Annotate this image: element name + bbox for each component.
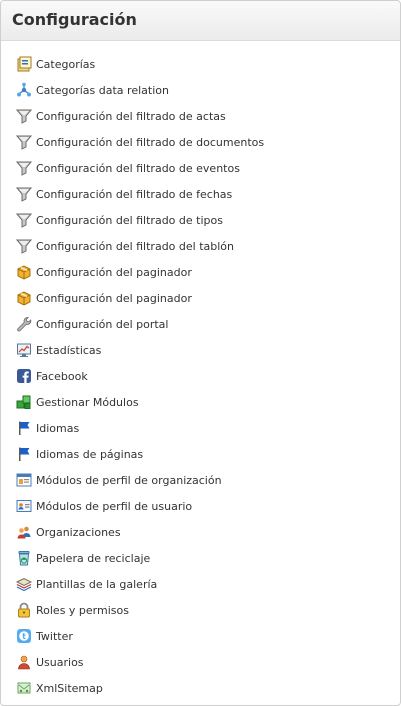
user-icon: [16, 654, 32, 670]
menu-item-label[interactable]: Plantillas de la galería: [36, 578, 157, 591]
menu-item-label[interactable]: XmlSitemap: [36, 682, 103, 695]
menu-item-label[interactable]: Módulos de perfil de usuario: [36, 500, 192, 513]
menu-item-label[interactable]: Idiomas de páginas: [36, 448, 143, 461]
menu-item-label[interactable]: Idiomas: [36, 422, 79, 435]
menu-item-usuarios[interactable]: Usuarios: [1, 649, 400, 675]
funnel-icon: [16, 134, 32, 150]
menu-item-configuracion-del-filtrado-de-documentos[interactable]: Configuración del filtrado de documentos: [1, 129, 400, 155]
categories-icon: [16, 56, 32, 72]
menu-item-label[interactable]: Configuración del paginador: [36, 266, 192, 279]
menu-item-configuracion-del-filtrado-de-eventos[interactable]: Configuración del filtrado de eventos: [1, 155, 400, 181]
menu-item-label[interactable]: Configuración del filtrado de fechas: [36, 188, 232, 201]
profile-window-icon: [16, 472, 32, 488]
menu-item-modulos-de-perfil-de-usuario[interactable]: Módulos de perfil de usuario: [1, 493, 400, 519]
funnel-icon: [16, 108, 32, 124]
sitemap-icon: [16, 680, 32, 696]
package-icon: [16, 290, 32, 306]
funnel-icon: [16, 186, 32, 202]
menu-item-label[interactable]: Módulos de perfil de organización: [36, 474, 222, 487]
twitter-icon: t: [16, 628, 32, 644]
menu-item-label[interactable]: Gestionar Módulos: [36, 396, 139, 409]
menu-item-categorias-data-relation[interactable]: Categorías data relation: [1, 77, 400, 103]
menu-item-label[interactable]: Roles y permisos: [36, 604, 129, 617]
menu-item-label[interactable]: Papelera de reciclaje: [36, 552, 150, 565]
menu-item-idiomas[interactable]: Idiomas: [1, 415, 400, 441]
menu-item-configuracion-del-portal[interactable]: Configuración del portal: [1, 311, 400, 337]
lock-icon: [16, 602, 32, 618]
flag-icon: [16, 420, 32, 436]
menu-item-gestionar-modulos[interactable]: Gestionar Módulos: [1, 389, 400, 415]
menu-item-configuracion-del-filtrado-del-tablon[interactable]: Configuración del filtrado del tablón: [1, 233, 400, 259]
package-icon: [16, 264, 32, 280]
recycle-bin-icon: [16, 550, 32, 566]
menu-item-twitter[interactable]: t Twitter: [1, 623, 400, 649]
chart-icon: [16, 342, 32, 358]
menu-item-configuracion-del-filtrado-de-actas[interactable]: Configuración del filtrado de actas: [1, 103, 400, 129]
menu-item-organizaciones[interactable]: Organizaciones: [1, 519, 400, 545]
facebook-icon: [16, 368, 32, 384]
menu-item-configuracion-del-filtrado-de-tipos[interactable]: Configuración del filtrado de tipos: [1, 207, 400, 233]
menu-item-label[interactable]: Estadísticas: [36, 344, 101, 357]
svg-text:t: t: [22, 632, 26, 641]
configuration-panel: Configuración Categorías Categorías data …: [0, 0, 401, 706]
menu-item-plantillas-de-la-galeria[interactable]: Plantillas de la galería: [1, 571, 400, 597]
profile-card-icon: [16, 498, 32, 514]
menu-item-label[interactable]: Categorías: [36, 58, 95, 71]
menu-item-papelera-de-reciclaje[interactable]: Papelera de reciclaje: [1, 545, 400, 571]
modules-icon: [16, 394, 32, 410]
funnel-icon: [16, 212, 32, 228]
funnel-icon: [16, 160, 32, 176]
menu-item-label[interactable]: Facebook: [36, 370, 88, 383]
network-icon: [16, 82, 32, 98]
menu-item-label[interactable]: Configuración del filtrado de actas: [36, 110, 226, 123]
menu-item-label[interactable]: Categorías data relation: [36, 84, 169, 97]
flag-icon: [16, 446, 32, 462]
wrench-icon: [16, 316, 32, 332]
menu-item-xmlsitemap[interactable]: XmlSitemap: [1, 675, 400, 701]
menu-item-label[interactable]: Usuarios: [36, 656, 84, 669]
group-icon: [16, 524, 32, 540]
menu-item-idiomas-de-paginas[interactable]: Idiomas de páginas: [1, 441, 400, 467]
menu-item-label[interactable]: Configuración del paginador: [36, 292, 192, 305]
gallery-icon: [16, 576, 32, 592]
menu-item-roles-y-permisos[interactable]: Roles y permisos: [1, 597, 400, 623]
menu-item-label[interactable]: Configuración del filtrado de documentos: [36, 136, 264, 149]
menu-item-configuracion-del-paginador[interactable]: Configuración del paginador: [1, 285, 400, 311]
menu-item-label[interactable]: Organizaciones: [36, 526, 121, 539]
menu-item-label[interactable]: Configuración del filtrado del tablón: [36, 240, 234, 253]
menu-item-categorias[interactable]: Categorías: [1, 51, 400, 77]
menu-item-label[interactable]: Twitter: [36, 630, 73, 643]
menu-item-label[interactable]: Configuración del filtrado de tipos: [36, 214, 223, 227]
menu-item-estadisticas[interactable]: Estadísticas: [1, 337, 400, 363]
menu-item-configuracion-del-paginador[interactable]: Configuración del paginador: [1, 259, 400, 285]
configuration-menu: Categorías Categorías data relation Config…: [1, 51, 400, 701]
menu-item-configuracion-del-filtrado-de-fechas[interactable]: Configuración del filtrado de fechas: [1, 181, 400, 207]
panel-title: Configuración: [12, 10, 137, 29]
menu-item-modulos-de-perfil-de-organizacion[interactable]: Módulos de perfil de organización: [1, 467, 400, 493]
funnel-icon: [16, 238, 32, 254]
menu-item-label[interactable]: Configuración del filtrado de eventos: [36, 162, 240, 175]
menu-item-facebook[interactable]: Facebook: [1, 363, 400, 389]
menu-item-label[interactable]: Configuración del portal: [36, 318, 168, 331]
